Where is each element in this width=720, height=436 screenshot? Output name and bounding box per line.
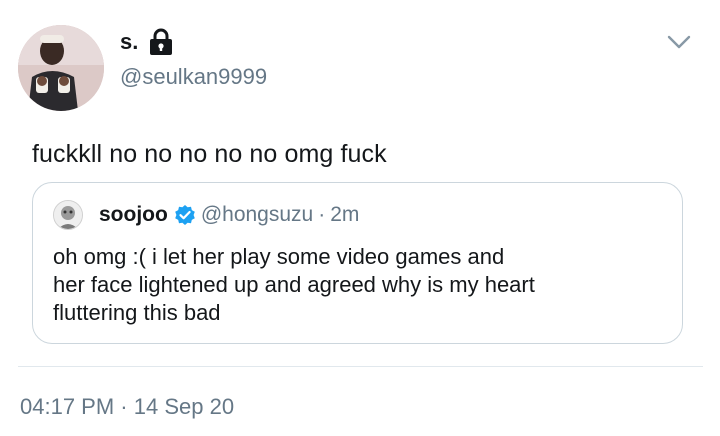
tweet-text: fuckkll no no no no no omg fuck: [32, 140, 387, 168]
quoted-author-avatar[interactable]: [53, 200, 83, 230]
quoted-handle[interactable]: @hongsuzu: [201, 203, 313, 227]
author-handle[interactable]: @seulkan9999: [120, 64, 267, 90]
quoted-timestamp[interactable]: 2m: [330, 203, 359, 227]
quoted-display-name[interactable]: soojoo: [99, 203, 168, 227]
divider: [18, 366, 703, 367]
quoted-tweet[interactable]: soojoo @hongsuzu · 2m oh omg :( i let he…: [32, 182, 683, 344]
quoted-text-line: fluttering this bad: [53, 300, 221, 325]
lock-icon: [148, 28, 174, 56]
tweet-date[interactable]: 14 Sep 20: [134, 394, 234, 419]
author-display-name[interactable]: s.: [120, 29, 138, 55]
separator-dot: ·: [318, 203, 326, 226]
quoted-tweet-text: oh omg :( i let her play some video game…: [53, 243, 653, 327]
chevron-down-icon[interactable]: [666, 32, 692, 52]
tweet-time[interactable]: 04:17 PM: [20, 394, 114, 419]
author-display-name-row: s.: [120, 28, 174, 56]
quoted-text-line: her face lightened up and agreed why is …: [53, 272, 535, 297]
quoted-text-line: oh omg :( i let her play some video game…: [53, 244, 505, 269]
quoted-tweet-header: soojoo @hongsuzu · 2m: [99, 203, 359, 227]
author-avatar[interactable]: [18, 25, 104, 111]
verified-icon: [174, 204, 196, 226]
tweet-timestamp: 04:17 PM · 14 Sep 20: [20, 394, 234, 420]
separator-dot: ·: [120, 394, 128, 419]
